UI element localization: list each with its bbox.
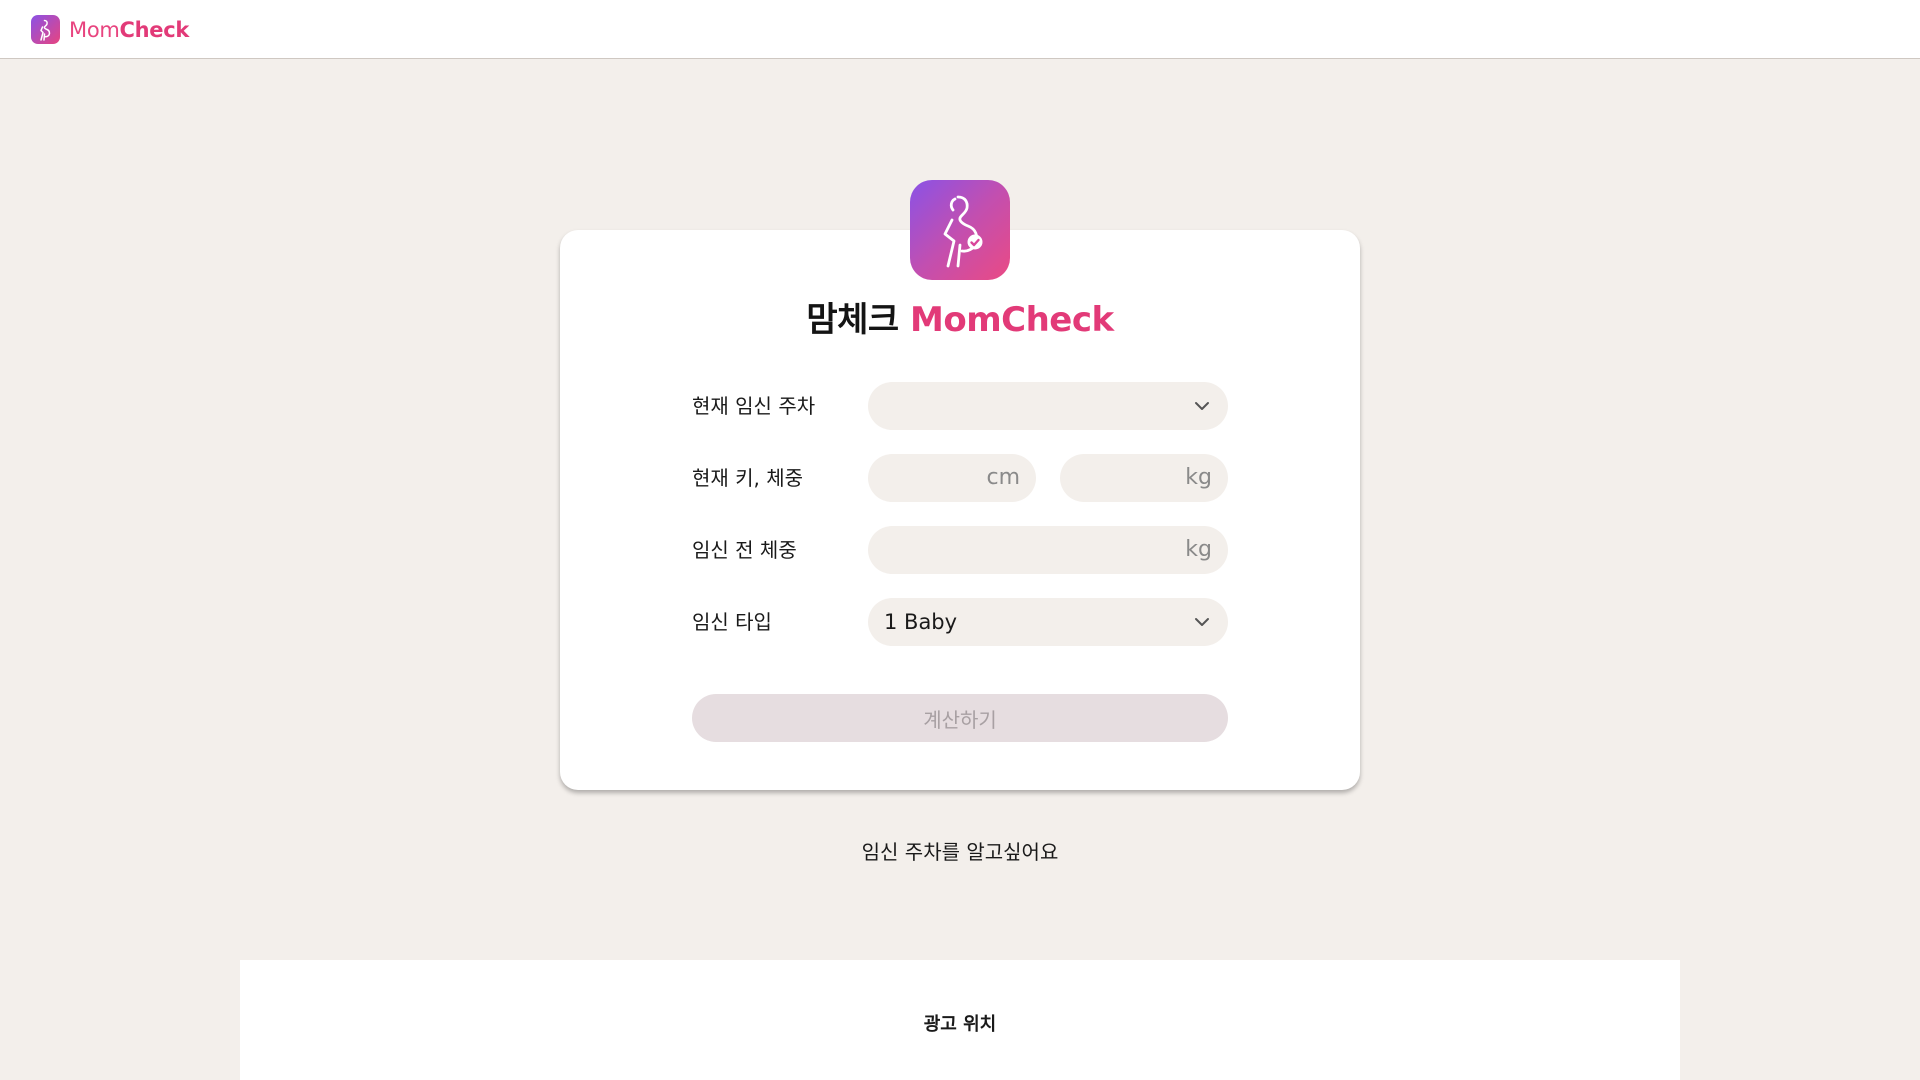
pregnancy-type-select[interactable]: 1 Baby <box>868 598 1228 646</box>
pregnancy-week-label: 현재 임신 주차 <box>692 394 816 418</box>
weight-unit: kg <box>1185 465 1212 490</box>
ad-placeholder: 광고 위치 <box>240 960 1680 1080</box>
title-english: MomCheck <box>910 300 1114 340</box>
pre-pregnancy-weight-unit: kg <box>1185 537 1212 562</box>
page-title: 맘체크 MomCheck <box>0 292 1920 341</box>
brand-name-check: Check <box>119 17 190 42</box>
pregnancy-type-label: 임신 타입 <box>692 610 772 634</box>
weight-input[interactable]: kg <box>1060 454 1228 502</box>
height-weight-label: 현재 키, 체중 <box>692 466 804 490</box>
height-input[interactable]: cm <box>868 454 1036 502</box>
pregnant-woman-check-icon <box>910 180 1010 280</box>
pre-pregnancy-weight-label: 임신 전 체중 <box>692 538 797 562</box>
height-unit: cm <box>986 465 1020 490</box>
ad-label: 광고 위치 <box>923 1014 997 1035</box>
chevron-down-icon <box>1195 402 1209 410</box>
brand-logo-link[interactable]: MomCheck <box>31 15 189 44</box>
calculate-button[interactable]: 계산하기 <box>692 694 1228 742</box>
brand-name: MomCheck <box>69 18 189 42</box>
pregnancy-type-value: 1 Baby <box>884 610 958 634</box>
pregnant-woman-logo-icon <box>31 15 60 44</box>
brand-name-mom: Mom <box>69 17 120 42</box>
find-pregnancy-week-link[interactable]: 임신 주차를 알고싶어요 <box>0 836 1920 865</box>
chevron-down-icon <box>1195 618 1209 626</box>
pregnancy-week-select[interactable] <box>868 382 1228 430</box>
pre-pregnancy-weight-input[interactable]: kg <box>868 526 1228 574</box>
title-korean: 맘체크 <box>806 300 899 340</box>
top-navigation-bar: MomCheck <box>0 0 1920 59</box>
